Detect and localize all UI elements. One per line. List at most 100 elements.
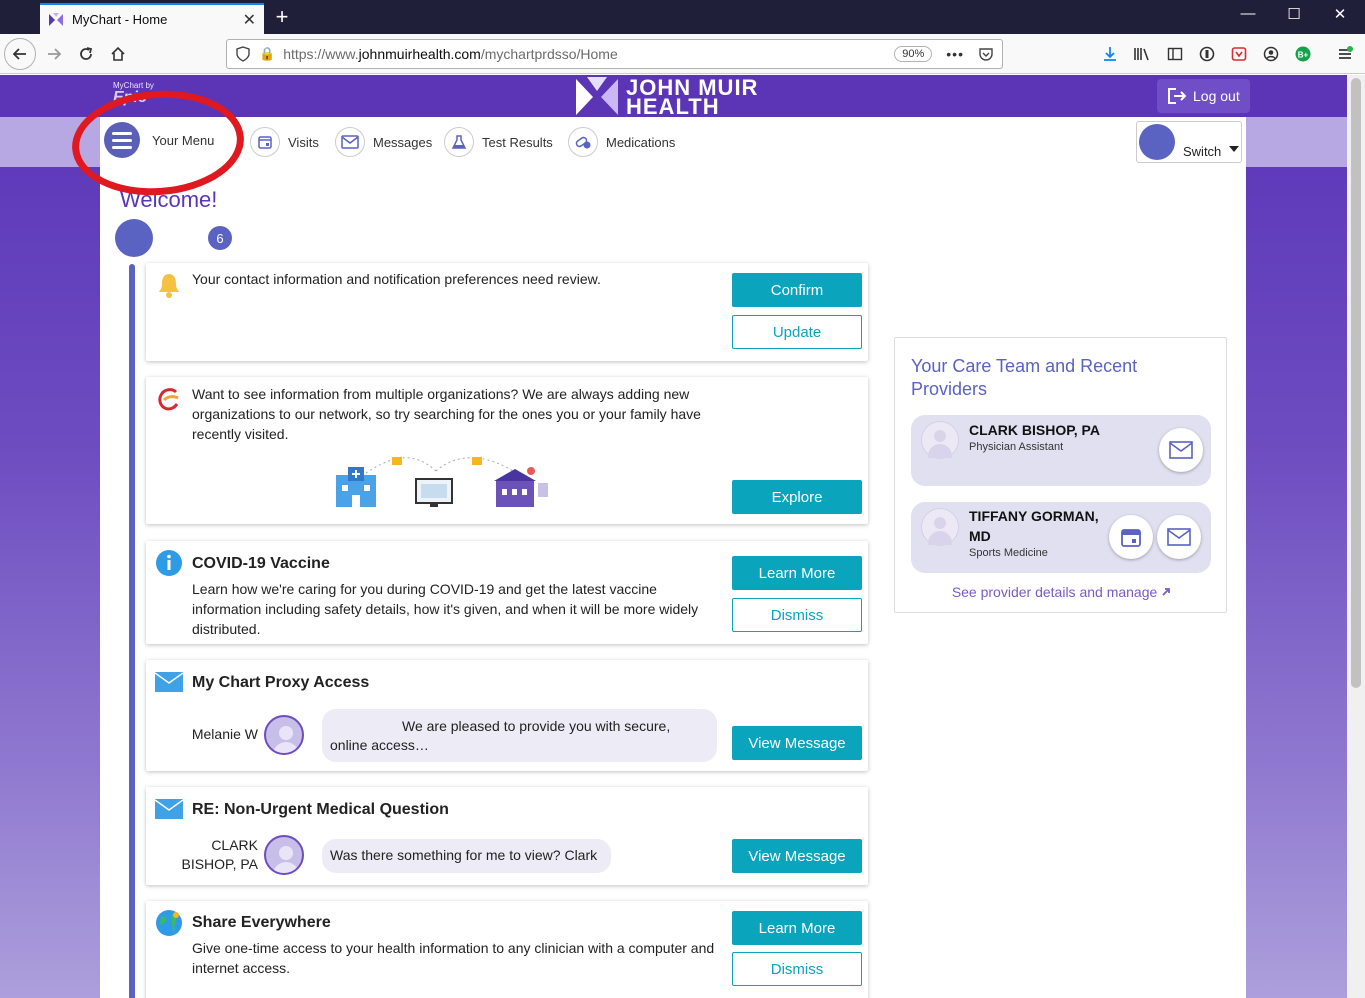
pocket-icon[interactable] <box>978 46 994 62</box>
message-preview-bubble[interactable]: We are pleased to provide you with secur… <box>322 709 717 762</box>
schedule-appointment-button[interactable] <box>1109 515 1153 559</box>
home-button[interactable] <box>104 40 132 68</box>
forward-arrow-icon <box>48 48 62 60</box>
page-scrollbar[interactable] <box>1347 75 1365 998</box>
message-provider-button[interactable] <box>1157 515 1201 559</box>
provider-card-clark-bishop[interactable]: CLARK BISHOP, PA Physician Assistant <box>911 415 1211 486</box>
globe-icon <box>155 909 183 937</box>
proxy-title: My Chart Proxy Access <box>192 674 370 691</box>
switch-avatar <box>1139 124 1175 160</box>
provider-details-link[interactable]: See provider details and manage <box>895 584 1228 600</box>
covid-text: Learn how we're caring for you during CO… <box>192 581 699 637</box>
browser-tab[interactable]: MyChart - Home ✕ <box>40 3 264 34</box>
app-menu-icon[interactable] <box>1336 45 1354 63</box>
provider-card-tiffany-gorman[interactable]: TIFFANY GORMAN, MD Sports Medicine <box>911 502 1211 573</box>
contact-review-text: Your contact information and notificatio… <box>192 271 601 287</box>
reload-button[interactable] <box>72 40 100 68</box>
provider-avatar <box>921 421 959 459</box>
pills-icon <box>568 127 598 157</box>
contact-review-card: Your contact information and notificatio… <box>146 263 868 361</box>
back-button[interactable] <box>4 38 36 70</box>
downloads-icon[interactable] <box>1101 45 1119 63</box>
envelope-icon <box>335 127 365 157</box>
address-bar[interactable]: 🔒 https://www.johnmuirhealth.com/mychart… <box>226 39 1003 69</box>
maximize-button[interactable]: ☐ <box>1279 5 1309 23</box>
info-icon <box>155 549 183 577</box>
tab-close-icon[interactable]: ✕ <box>243 10 256 30</box>
question-title: RE: Non-Urgent Medical Question <box>192 801 449 818</box>
menu-messages[interactable]: Messages <box>335 126 432 158</box>
privacy-extension-icon[interactable] <box>1198 45 1216 63</box>
back-arrow-icon <box>12 48 26 60</box>
share-learn-more-button[interactable]: Learn More <box>732 911 862 945</box>
new-tab-button[interactable]: + <box>270 4 294 30</box>
red-extension-icon[interactable] <box>1230 45 1248 63</box>
menu-test-results[interactable]: Test Results <box>444 126 553 158</box>
switch-account-button[interactable]: Switch <box>1136 121 1242 163</box>
message-preview-bubble[interactable]: Was there something for me to view? Clar… <box>322 839 611 873</box>
flask-icon <box>444 127 474 157</box>
logout-icon <box>1168 88 1187 104</box>
message-sender: Melanie W <box>191 726 258 742</box>
provider-name: CLARK BISHOP, PA <box>969 422 1100 438</box>
logout-button[interactable]: Log out <box>1157 79 1250 113</box>
share-title: Share Everywhere <box>192 914 331 931</box>
minimize-button[interactable]: — <box>1233 5 1263 22</box>
envelope-icon <box>155 668 183 696</box>
sender-avatar <box>264 715 304 755</box>
update-button[interactable]: Update <box>732 315 862 349</box>
mychart-favicon-icon <box>49 12 63 26</box>
feed-timeline <box>129 264 135 998</box>
menu-medications[interactable]: Medications <box>568 126 675 158</box>
page-actions-icon[interactable]: ••• <box>946 46 964 62</box>
reload-icon <box>80 47 93 60</box>
tracking-shield-icon[interactable] <box>235 46 251 62</box>
notification-count-badge: 6 <box>208 226 232 250</box>
lock-icon[interactable]: 🔒 <box>259 46 275 62</box>
provider-role: Sports Medicine <box>969 547 1048 559</box>
url-text[interactable]: https://www.johnmuirhealth.com/mychartpr… <box>283 46 894 62</box>
close-window-button[interactable]: ✕ <box>1325 5 1355 23</box>
covid-dismiss-button[interactable]: Dismiss <box>732 598 862 632</box>
proxy-access-card: My Chart Proxy Access Melanie W We are p… <box>146 660 868 771</box>
envelope-icon <box>155 795 183 823</box>
menu-visits[interactable]: Visits <box>250 126 319 158</box>
organizations-card: Want to see information from multiple or… <box>146 377 868 524</box>
hospital-network-illustration <box>336 457 548 507</box>
envelope-icon <box>1167 528 1191 546</box>
john-muir-logo-icon <box>576 77 618 115</box>
browser-tab-strip: MyChart - Home ✕ + — ☐ ✕ <box>0 0 1365 34</box>
grammar-extension-icon[interactable]: B+ <box>1294 45 1312 63</box>
share-dismiss-button[interactable]: Dismiss <box>732 952 862 986</box>
care-everywhere-icon <box>155 385 183 413</box>
zoom-level-badge[interactable]: 90% <box>894 46 933 62</box>
share-text: Give one-time access to your health info… <box>192 940 715 976</box>
browser-toolbar: 🔒 https://www.johnmuirhealth.com/mychart… <box>0 34 1365 74</box>
care-team-panel: Your Care Team and Recent Providers CLAR… <box>894 337 1227 613</box>
sidebar-icon[interactable] <box>1166 45 1184 63</box>
proxy-view-message-button[interactable]: View Message <box>732 726 862 760</box>
message-provider-button[interactable] <box>1159 428 1203 472</box>
care-team-title: Your Care Team and Recent Providers <box>911 356 1138 399</box>
covid-learn-more-button[interactable]: Learn More <box>732 556 862 590</box>
home-icon <box>111 46 125 61</box>
question-view-message-button[interactable]: View Message <box>732 839 862 873</box>
john-muir-health-logo[interactable]: JOHN MUIR HEALTH <box>576 77 758 118</box>
library-icon[interactable] <box>1133 45 1151 63</box>
avatar[interactable] <box>115 219 153 257</box>
confirm-button[interactable]: Confirm <box>732 273 862 307</box>
covid-vaccine-card: COVID-19 Vaccine Learn how we're caring … <box>146 541 868 644</box>
forward-button[interactable] <box>40 40 68 68</box>
organizations-text: Want to see information from multiple or… <box>192 386 701 442</box>
share-everywhere-card: Share Everywhere Give one-time access to… <box>146 901 868 998</box>
bell-icon <box>155 271 183 299</box>
calendar-icon <box>250 127 280 157</box>
account-icon[interactable] <box>1262 45 1280 63</box>
explore-button[interactable]: Explore <box>732 480 862 514</box>
medical-question-card: RE: Non-Urgent Medical Question CLARK BI… <box>146 787 868 885</box>
covid-title: COVID-19 Vaccine <box>192 555 330 572</box>
external-link-icon <box>1162 588 1171 596</box>
scrollbar-thumb[interactable] <box>1351 78 1361 688</box>
provider-avatar <box>921 508 959 546</box>
main-menu-bar: Your Menu Visits Messages Test Results M… <box>100 117 1246 167</box>
